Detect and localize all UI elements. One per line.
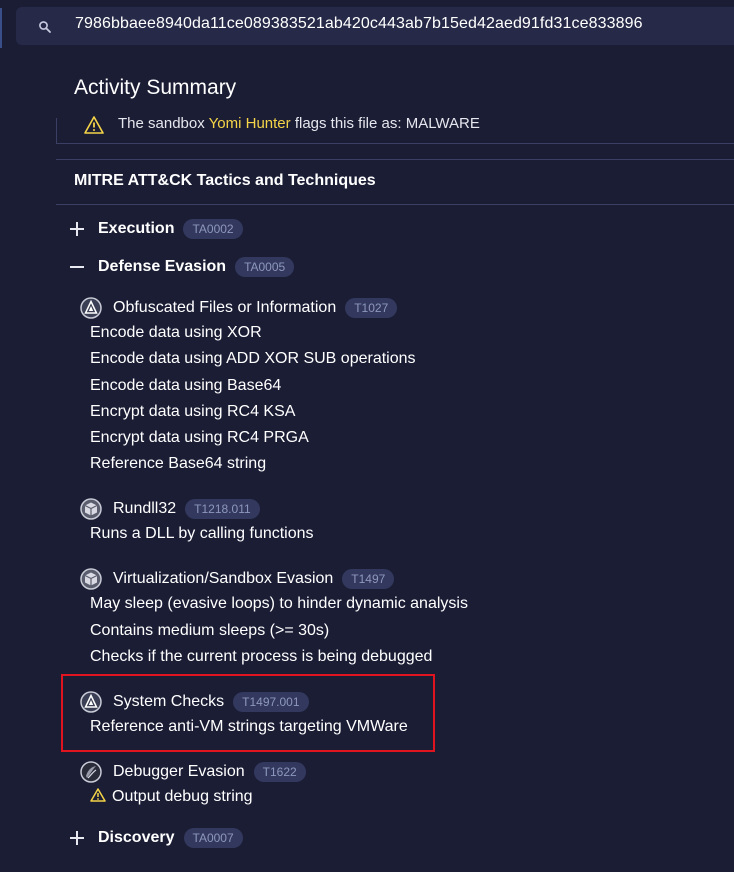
search-icon bbox=[39, 21, 51, 33]
tactic-id-badge: TA0007 bbox=[183, 828, 243, 848]
tactic-name: Execution bbox=[98, 220, 175, 237]
sandbox-suffix: flags this file as: MALWARE bbox=[294, 115, 480, 132]
sandbox-name-link[interactable]: Yomi Hunter bbox=[209, 115, 291, 132]
technique-rundll32[interactable]: Rundll32 T1218.011 bbox=[80, 497, 260, 521]
behavior-text: Output debug string bbox=[112, 788, 253, 805]
technique-name: Rundll32 bbox=[113, 500, 177, 517]
behavior-item: May sleep (evasive loops) to hinder dyna… bbox=[90, 595, 468, 612]
divider bbox=[56, 143, 734, 144]
swirl-icon bbox=[80, 761, 102, 783]
behavior-item: Checks if the current process is being d… bbox=[90, 648, 433, 665]
technique-id-badge: T1027 bbox=[345, 298, 398, 318]
technique-id-badge: T1497 bbox=[342, 569, 395, 589]
window-edge bbox=[0, 8, 2, 48]
technique-obfuscated-files[interactable]: Obfuscated Files or Information T1027 bbox=[80, 296, 398, 320]
malware-triangle-icon bbox=[80, 691, 102, 713]
box-icon bbox=[80, 568, 102, 590]
technique-id-badge: T1497.001 bbox=[233, 692, 309, 712]
tactic-id-badge: TA0005 bbox=[235, 257, 295, 277]
tactic-defense-evasion[interactable]: Defense Evasion TA0005 bbox=[68, 255, 295, 279]
tactic-execution[interactable]: Execution TA0002 bbox=[68, 217, 243, 241]
technique-name: Debugger Evasion bbox=[113, 763, 245, 780]
collapse-minus-icon[interactable] bbox=[68, 258, 86, 276]
behavior-item: Encrypt data using RC4 KSA bbox=[90, 403, 296, 420]
technique-debugger-evasion[interactable]: Debugger Evasion T1622 bbox=[80, 760, 306, 784]
section-title: MITRE ATT&CK Tactics and Techniques bbox=[74, 172, 376, 189]
warning-icon bbox=[90, 788, 106, 802]
behavior-item: Runs a DLL by calling functions bbox=[90, 525, 314, 542]
technique-virtualization-sandbox-evasion[interactable]: Virtualization/Sandbox Evasion T1497 bbox=[80, 567, 395, 591]
page-title: Activity Summary bbox=[74, 76, 237, 99]
technique-system-checks[interactable]: System Checks T1497.001 bbox=[80, 690, 309, 714]
behavior-item: Encode data using Base64 bbox=[90, 377, 282, 394]
technique-name: System Checks bbox=[113, 693, 225, 710]
malware-triangle-icon bbox=[80, 297, 102, 319]
technique-id-badge: T1622 bbox=[253, 762, 306, 782]
behavior-item: Reference anti-VM strings targeting VMWa… bbox=[90, 718, 408, 735]
tactic-discovery[interactable]: Discovery TA0007 bbox=[68, 826, 243, 850]
behavior-item: Encrypt data using RC4 PRGA bbox=[90, 429, 309, 446]
technique-name: Virtualization/Sandbox Evasion bbox=[113, 570, 334, 587]
divider bbox=[56, 204, 734, 205]
sandbox-text: The sandbox Yomi Hunter flags this file … bbox=[118, 115, 480, 132]
divider bbox=[56, 159, 734, 160]
sandbox-prefix: The sandbox bbox=[118, 115, 205, 132]
warning-icon bbox=[84, 116, 104, 134]
behavior-item: Contains medium sleeps (>= 30s) bbox=[90, 622, 330, 639]
panel-divider bbox=[56, 118, 57, 144]
expand-plus-icon[interactable] bbox=[68, 829, 86, 847]
search-bar[interactable]: 7986bbaee8940da11ce089383521ab420c443ab7… bbox=[16, 7, 734, 45]
technique-id-badge: T1218.011 bbox=[185, 499, 260, 519]
behavior-item: Output debug string bbox=[90, 788, 253, 806]
behavior-item: Encode data using XOR bbox=[90, 324, 262, 341]
behavior-item: Reference Base64 string bbox=[90, 455, 267, 472]
behavior-item: Encode data using ADD XOR SUB operations bbox=[90, 350, 416, 367]
tactic-name: Defense Evasion bbox=[98, 258, 227, 275]
box-icon bbox=[80, 498, 102, 520]
expand-plus-icon[interactable] bbox=[68, 220, 86, 238]
top-bar: 7986bbaee8940da11ce089383521ab420c443ab7… bbox=[0, 0, 734, 57]
technique-name: Obfuscated Files or Information bbox=[113, 299, 337, 316]
search-input[interactable]: 7986bbaee8940da11ce089383521ab420c443ab7… bbox=[75, 15, 643, 33]
sandbox-verdict: The sandbox Yomi Hunter flags this file … bbox=[84, 114, 734, 136]
tactic-name: Discovery bbox=[98, 829, 175, 846]
tactic-id-badge: TA0002 bbox=[183, 219, 243, 239]
